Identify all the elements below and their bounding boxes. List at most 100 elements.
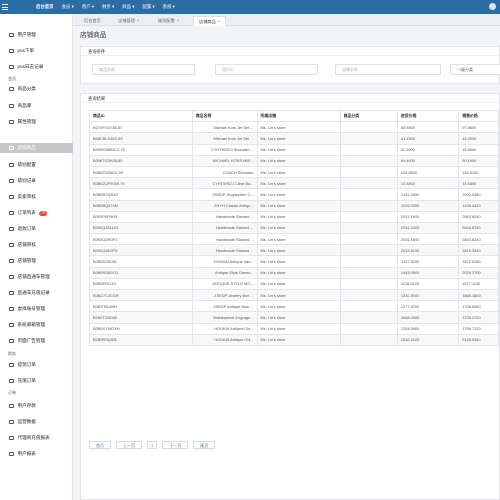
sidebar-item-refund[interactable]: 退款订单 xyxy=(0,224,73,234)
col-product-id[interactable]: 商品ID xyxy=(89,109,193,123)
table-cell: 90.1600 xyxy=(458,154,499,167)
table-row[interactable]: B092Q2RDF2 Handmade Stained ... Ms. Lin's … xyxy=(89,233,499,246)
table-cell: ZSEDP Antique Blue ... xyxy=(191,300,258,313)
table-row[interactable]: B092Q2811X3 Handmade Stained ... Ms. Lin's… xyxy=(89,221,499,235)
table-cell: 1788.5980 xyxy=(458,300,499,313)
table-cell: Antique Style Diamo... xyxy=(191,266,258,279)
user-avatar-icon[interactable] xyxy=(489,3,496,10)
order-icon xyxy=(9,210,14,216)
table-row[interactable]: B08NT52NDV-99 COACH Shoulder Ms. Lin's sto… xyxy=(89,165,499,179)
sidebar-item-page-ads[interactable]: 页面广告管理 xyxy=(0,336,73,346)
sidebar-item-level-record[interactable]: 级别记录 xyxy=(0,176,73,186)
nav-finance[interactable]: 财务 ▾ xyxy=(98,0,118,14)
sidebar-item-virtual-account[interactable]: 虚拟账号管理 xyxy=(0,304,73,314)
sidebar-item-shop-goods[interactable]: 店铺商品 xyxy=(0,143,73,153)
col-product-name[interactable]: 商品名称 xyxy=(191,109,258,123)
tab-level-config[interactable]: 级别配置 × xyxy=(153,16,184,26)
tab-shop-manage[interactable]: 店铺管理 × xyxy=(113,16,144,26)
menu-toggle-icon[interactable] xyxy=(0,0,10,14)
col-shop[interactable]: 所属店铺 xyxy=(256,109,341,123)
sidebar-item-shop-audit[interactable]: 店铺审核 xyxy=(0,240,73,250)
table-cell xyxy=(339,288,398,302)
next-page-button[interactable]: 下一页 xyxy=(162,441,189,449)
table-cell: 2003.9460 xyxy=(458,188,499,201)
table-row[interactable]: B0B9RSQ52L HOUKAI Antique Chi... Ms. Lin's… xyxy=(89,333,499,346)
sidebar-item-agent-report[interactable]: 代理商充值报表 xyxy=(0,433,73,443)
sidebar-item-shop-manage[interactable]: 店铺管理 xyxy=(0,256,73,266)
tab-shop-goods[interactable]: 店铺商品 × xyxy=(193,16,227,26)
table-cell: B092Q2RDF2 xyxy=(89,233,193,246)
table-row[interactable]: B0B9XYWDXH HOUKAI Antique Chi... Ms. Lin's… xyxy=(89,322,499,335)
close-icon[interactable]: × xyxy=(218,19,220,24)
sidebar-item-pos-order[interactable]: pos下单 xyxy=(0,46,73,56)
close-icon[interactable]: × xyxy=(177,18,179,23)
table-cell: Handmade Stained ... xyxy=(191,244,258,257)
table-cell: B09SKNMNCZ-78 xyxy=(89,143,193,156)
sidebar-item-level-config[interactable]: 级别配置 xyxy=(0,160,73,170)
sidebar-item-withdraw[interactable]: 提现订单 xyxy=(0,360,73,370)
col-sale-price[interactable]: 销售价格 xyxy=(458,109,499,123)
sidebar-item-express-manage[interactable]: 店铺直通车管理 xyxy=(0,272,73,282)
sidebar-item-express-recharge[interactable]: 直通车充值记录 xyxy=(0,288,73,298)
sidebar-item-goods-lib[interactable]: 商品库 xyxy=(0,101,73,111)
log-icon xyxy=(9,64,14,70)
table-row[interactable]: B0B5BQ574M ZHYH Classic Antiqu... Ms. Lin'… xyxy=(89,199,499,212)
tab-home[interactable]: 后台首页 xyxy=(79,16,106,26)
table-row[interactable]: B0B9ERG1O ANTIQUE STYLE MO... Ms. Lin's st… xyxy=(89,277,499,291)
table-cell xyxy=(339,188,398,201)
order-count-badge: 70 xyxy=(38,210,47,216)
table-cell: 10.4800 xyxy=(396,177,460,190)
sidebar-item-user-report[interactable]: 用户报表 xyxy=(0,449,73,459)
table-row[interactable]: B07XFG4738-87 Michael Kors Jet Set ... Ms.… xyxy=(89,121,499,134)
close-icon[interactable]: × xyxy=(137,18,139,23)
table-row[interactable]: B09SKNMNCZ-78 CYHTWSDJ Shoulder ... Ms. Li… xyxy=(89,143,499,156)
withdraw-icon xyxy=(9,362,14,368)
table-row[interactable]: B08CBLS49X-89 Michael Kors Jet Set ... Ms.… xyxy=(89,132,499,145)
nav-home[interactable]: 后台首页 xyxy=(32,0,58,14)
table-row[interactable]: B0BST6LK5H ZSEDP Antique Blue ... Ms. Lin'… xyxy=(89,300,499,313)
nav-member[interactable]: 会员 ▾ xyxy=(58,0,78,14)
table-cell: Ms. Lin's store xyxy=(256,333,341,346)
table-row[interactable]: B0B62QF9GW-79 CYHTWSDJ Clear Ba... Ms. Lin… xyxy=(89,177,499,190)
nav-system[interactable]: 系统 ▾ xyxy=(159,0,179,14)
table-row[interactable]: B092Q15CPD Handmade Stained ... Ms. Lin's … xyxy=(89,244,499,257)
sidebar-item-attribute[interactable]: 属性管理 xyxy=(0,117,73,127)
sidebar-item-pos-log[interactable]: pos日志记录 xyxy=(0,62,73,72)
table-cell: Ms. Lin's store xyxy=(256,132,341,145)
col-category[interactable]: 商品分类 xyxy=(339,109,398,123)
table-row[interactable]: B09XTG5D50 Masterpiece Engrage... Ms. Lin'… xyxy=(89,311,499,324)
product-name-input[interactable]: 商品名称 xyxy=(92,64,195,75)
user-id-input[interactable]: 用户ID xyxy=(215,64,318,75)
table-row[interactable]: B0B0D261N1 HOUKAI Antique Vas... Ms. Lin's… xyxy=(89,255,499,268)
sidebar-item-order-list[interactable]: 订单列表 70 xyxy=(0,208,73,218)
wallet-icon xyxy=(9,378,14,384)
col-cost-price[interactable]: 进货价格 xyxy=(396,109,460,123)
shop-name-input[interactable]: 店铺名称 xyxy=(335,64,441,75)
table-cell: Michael Kors Jet Set ... xyxy=(191,121,258,134)
nav-config[interactable]: 配置 ▾ xyxy=(138,0,158,14)
sidebar-group-member: 会员 xyxy=(8,76,16,81)
sidebar-item-user-manage[interactable]: 用户管理 xyxy=(0,30,73,40)
category-select[interactable]: 一级分类 xyxy=(450,64,500,75)
sidebar-item-category[interactable]: 商品分类 xyxy=(0,84,73,94)
table-row[interactable]: B092P6FNH3 Handmade Stained ... Ms. Lin's … xyxy=(89,210,499,223)
table-row[interactable]: B096TG3H38-80 MICHAEL KORS MIR... Ms. Lin'… xyxy=(89,154,499,167)
sidebar-item-system-mail[interactable]: 系统邮箱管理 xyxy=(0,320,73,330)
sidebar-item-seller-audit[interactable]: 卖家审核 xyxy=(0,192,73,202)
sidebar-item-recharge[interactable]: 充值订单 xyxy=(0,376,73,386)
table-row[interactable]: B0B9SG82CG Antique Style Diamo... Ms. Lin'… xyxy=(89,266,499,279)
table-row[interactable]: B0BZ7C2CGR ZSEDP Jewelry Box ... Ms. Lin's… xyxy=(89,288,499,302)
first-page-button[interactable]: 首页 xyxy=(89,441,111,449)
table-row[interactable]: B0B9RZQX43 ZSEDP Jingdezhen C... Ms. Lin's… xyxy=(89,188,499,201)
nav-goods[interactable]: 商品 ▾ xyxy=(118,0,138,14)
sidebar-item-user-deposit[interactable]: 用户存款 xyxy=(0,401,73,411)
nav-user[interactable]: 用户 ▾ xyxy=(78,0,98,14)
table-cell: B092P6FNH3 xyxy=(89,210,193,223)
table-cell: 1254.0800 xyxy=(396,322,460,335)
current-page-button[interactable]: 1 xyxy=(147,441,158,449)
last-page-button[interactable]: 尾页 xyxy=(193,441,216,449)
table-cell: Ms. Lin's store xyxy=(256,300,341,313)
prev-page-button[interactable]: 上一页 xyxy=(116,441,142,449)
top-nav: 后台首页 会员 ▾ 用户 ▾ 财务 ▾ 商品 ▾ 配置 ▾ 系统 ▾ xyxy=(32,0,179,14)
sidebar-item-operation-data[interactable]: 运营数据 xyxy=(0,417,73,427)
